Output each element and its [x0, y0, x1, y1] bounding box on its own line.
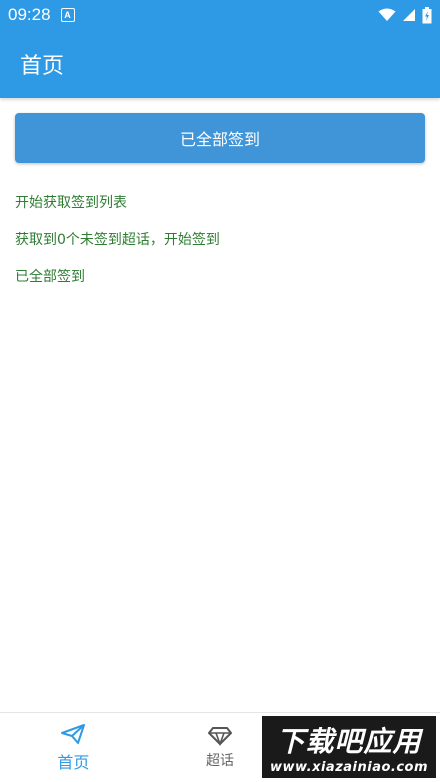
watermark-text: 下载吧应用 [276, 724, 422, 758]
battery-icon [422, 6, 432, 23]
status-bar: 09:28 A [0, 0, 440, 30]
nav-item-home[interactable]: 首页 [0, 713, 147, 782]
watermark-url: www.xiazainiao.com [269, 759, 429, 775]
sign-in-all-button[interactable]: 已全部签到 [15, 113, 425, 163]
page-title: 首页 [20, 54, 65, 79]
watermark-logo: 下载吧应用 www.xiazainiao.com [262, 716, 436, 778]
nav-label-super-topic: 超话 [206, 752, 234, 769]
app-bar: 首页 [0, 30, 440, 98]
nav-label-home: 首页 [57, 752, 90, 772]
paper-plane-icon [61, 723, 86, 744]
status-icons [378, 6, 432, 24]
status-time: 09:28 [8, 5, 51, 24]
log-line: 获取到0个未签到超话，开始签到 [15, 232, 220, 248]
log-list: 开始获取签到列表 获取到0个未签到超话，开始签到 已全部签到 [15, 192, 425, 303]
a-notification-icon: A [60, 8, 75, 22]
diamond-icon [208, 726, 232, 746]
wifi-icon [378, 8, 396, 21]
signal-icon [403, 9, 415, 21]
log-line: 开始获取签到列表 [15, 195, 127, 211]
log-line: 已全部签到 [15, 269, 85, 285]
